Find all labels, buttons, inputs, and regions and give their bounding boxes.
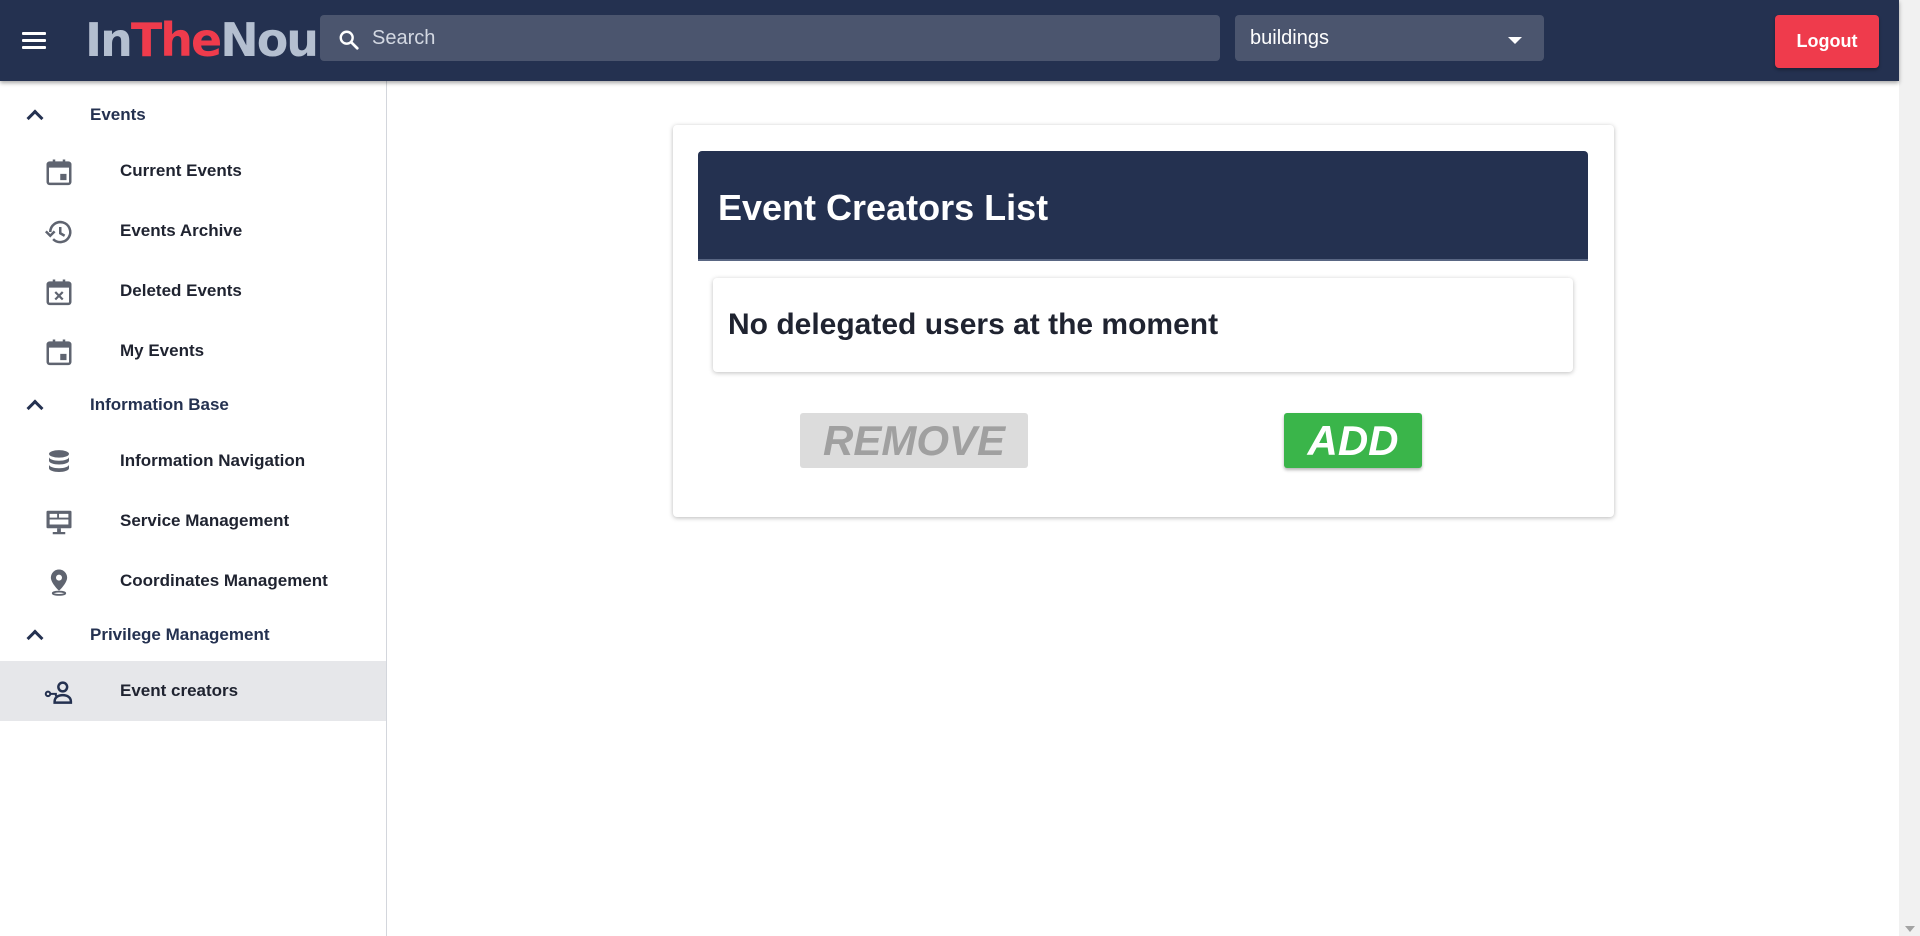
sidebar: Events Current Events Events Archive Del… bbox=[0, 81, 387, 936]
logo-text-the: The bbox=[130, 13, 222, 67]
user-key-icon bbox=[44, 681, 73, 704]
sidebar-item-current-events[interactable]: Current Events bbox=[0, 141, 386, 201]
category-select-value: buildings bbox=[1250, 27, 1329, 49]
sidebar-item-label: Deleted Events bbox=[120, 281, 242, 300]
sidebar-item-label: Events Archive bbox=[120, 221, 243, 240]
logout-button[interactable]: Logout bbox=[1775, 15, 1879, 68]
chevron-up-icon bbox=[26, 629, 44, 647]
sidebar-item-coordinates-management[interactable]: Coordinates Management bbox=[0, 551, 386, 611]
page-title: Event Creators List bbox=[718, 187, 1049, 228]
sidebar-group-label: Information Base bbox=[90, 395, 229, 414]
sidebar-item-label: My Events bbox=[120, 341, 205, 360]
sidebar-group-privilege-management[interactable]: Privilege Management bbox=[0, 607, 386, 663]
search-icon bbox=[339, 30, 359, 50]
location-pin-icon bbox=[50, 569, 68, 596]
sidebar-group-label: Privilege Management bbox=[90, 625, 270, 644]
hamburger-menu-icon[interactable] bbox=[20, 28, 50, 54]
logo-text-nou: Nou bbox=[220, 13, 319, 67]
calendar-x-icon bbox=[46, 279, 72, 306]
vertical-scrollbar[interactable] bbox=[1899, 0, 1920, 936]
app-logo[interactable]: InTheNou bbox=[85, 12, 319, 68]
history-icon bbox=[44, 220, 72, 244]
search-box[interactable] bbox=[320, 15, 1220, 61]
sidebar-item-label: Current Events bbox=[120, 161, 242, 180]
add-button[interactable]: ADD bbox=[1284, 413, 1422, 468]
category-select[interactable]: buildings bbox=[1235, 15, 1544, 61]
sidebar-item-information-navigation[interactable]: Information Navigation bbox=[0, 431, 386, 491]
sidebar-item-service-management[interactable]: Service Management bbox=[0, 491, 386, 551]
sidebar-item-label: Event creators bbox=[120, 681, 239, 700]
sidebar-item-event-creators[interactable]: Event creators bbox=[0, 661, 386, 721]
sidebar-item-label: Service Management bbox=[120, 511, 290, 530]
monitor-icon bbox=[46, 510, 72, 535]
calendar-icon bbox=[46, 159, 72, 186]
sidebar-item-deleted-events[interactable]: Deleted Events bbox=[0, 261, 386, 321]
sidebar-item-label: Information Navigation bbox=[120, 451, 306, 470]
calendar-icon bbox=[46, 339, 72, 366]
dropdown-arrow-icon bbox=[1508, 37, 1522, 44]
empty-state-message: No delegated users at the moment bbox=[728, 308, 1219, 341]
top-app-bar: InTheNou buildings Logout bbox=[0, 0, 1899, 81]
sidebar-group-events[interactable]: Events bbox=[0, 87, 386, 143]
search-input[interactable] bbox=[370, 15, 1210, 61]
chevron-up-icon bbox=[26, 399, 44, 417]
database-icon bbox=[49, 450, 69, 472]
chevron-up-icon bbox=[26, 109, 44, 127]
sidebar-item-my-events[interactable]: My Events bbox=[0, 321, 386, 381]
remove-button[interactable]: REMOVE bbox=[800, 413, 1028, 468]
logo-text-in: In bbox=[85, 13, 133, 67]
sidebar-item-events-archive[interactable]: Events Archive bbox=[0, 201, 386, 261]
empty-state-panel: No delegated users at the moment bbox=[713, 278, 1573, 372]
sidebar-item-label: Coordinates Management bbox=[120, 571, 328, 590]
sidebar-group-label: Events bbox=[90, 105, 146, 124]
card-header: Event Creators List bbox=[698, 151, 1588, 261]
event-creators-card: Event Creators List No delegated users a… bbox=[673, 125, 1614, 517]
sidebar-group-information-base[interactable]: Information Base bbox=[0, 377, 386, 433]
scroll-down-arrow-icon[interactable] bbox=[1905, 926, 1915, 932]
